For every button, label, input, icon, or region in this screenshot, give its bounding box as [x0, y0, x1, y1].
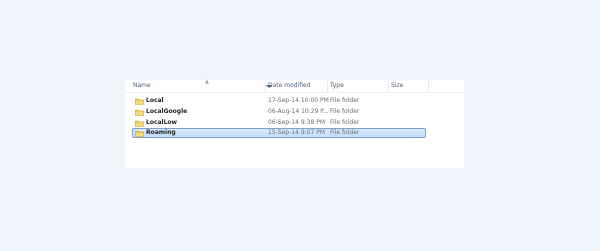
- folder-name: Roaming: [146, 129, 176, 136]
- folder-icon: [135, 109, 144, 116]
- folder-row-locallow[interactable]: LocalLow 06-Sep-14 9:38 PM File folder: [132, 118, 426, 128]
- folder-name: Local: [146, 97, 164, 104]
- folder-date-modified: 06-Sep-14 9:38 PM: [268, 119, 325, 126]
- column-separator[interactable]: [428, 81, 429, 92]
- column-header-type-label: Type: [330, 82, 344, 89]
- column-header-bar: Name ▲ Date modified Type Size: [125, 80, 464, 93]
- column-header-date-modified[interactable]: Date modified: [268, 82, 326, 92]
- folder-name: LocalGoogle: [146, 108, 188, 115]
- folder-type: File folder: [330, 129, 360, 136]
- folder-date-modified: 17-Sep-14 10:00 PM: [268, 97, 329, 104]
- column-separator[interactable]: [388, 81, 389, 92]
- folder-row-localgoogle[interactable]: LocalGoogle 06-Aug-14 10:29 P... File fo…: [132, 107, 426, 117]
- column-header-date-label: Date modified: [268, 82, 311, 89]
- folder-icon: [135, 130, 144, 137]
- folder-type: File folder: [330, 108, 360, 115]
- column-separator[interactable]: [265, 81, 266, 92]
- folder-row-roaming[interactable]: Roaming 15-Sep-14 9:07 PM File folder: [132, 128, 426, 138]
- column-separator[interactable]: [327, 81, 328, 92]
- column-header-type[interactable]: Type: [330, 82, 388, 92]
- file-list-pane: Name ▲ Date modified Type Size Local 17-…: [125, 80, 464, 168]
- folder-date-modified: 06-Aug-14 10:29 P...: [268, 108, 329, 115]
- folder-icon: [135, 120, 144, 127]
- folder-type: File folder: [330, 97, 360, 104]
- column-header-name-label: Name: [133, 82, 151, 89]
- column-header-name[interactable]: Name ▲: [133, 79, 272, 92]
- column-header-size[interactable]: Size: [391, 82, 431, 92]
- folder-name: LocalLow: [146, 119, 178, 126]
- folder-date-modified: 15-Sep-14 9:07 PM: [268, 129, 325, 136]
- folder-type: File folder: [330, 119, 360, 126]
- folder-icon: [135, 98, 144, 105]
- folder-row-local[interactable]: Local 17-Sep-14 10:00 PM File folder: [132, 96, 426, 106]
- column-header-size-label: Size: [391, 82, 404, 89]
- sort-indicator-icon: ▲: [205, 79, 209, 85]
